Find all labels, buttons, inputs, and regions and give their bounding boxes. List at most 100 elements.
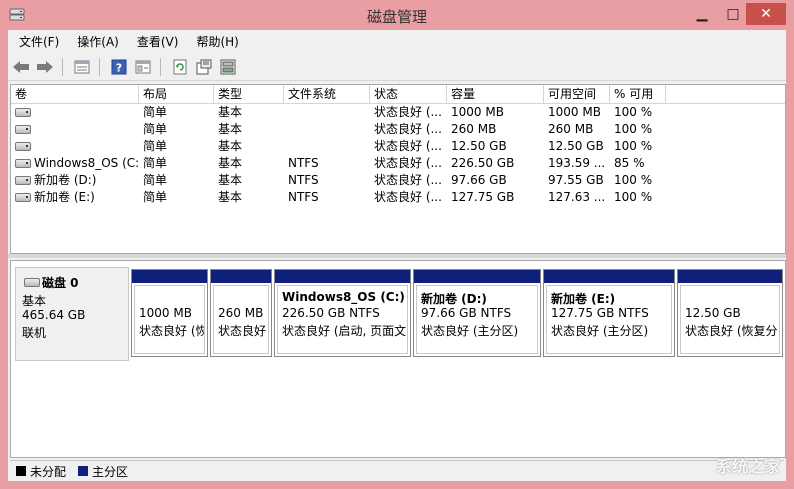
partition-d[interactable]: 新加卷 (D:) 97.66 GB NTFS 状态良好 (主分区) bbox=[413, 269, 541, 357]
menu-help[interactable]: 帮助(H) bbox=[185, 33, 245, 50]
watermark-logo: 系统之家 bbox=[715, 457, 780, 476]
maximize-icon: □ bbox=[726, 6, 740, 22]
help-button[interactable]: ? bbox=[108, 56, 130, 78]
volume-name: Windows8_OS (C:) bbox=[34, 156, 139, 170]
table-row[interactable]: 简单 基本 状态良好 (... 260 MB 260 MB 100 % bbox=[11, 121, 785, 138]
refresh-icon bbox=[173, 59, 187, 75]
legend-primary: 主分区 bbox=[92, 464, 129, 479]
maximize-button[interactable]: □ bbox=[719, 3, 747, 25]
partition-recovery-1000mb[interactable]: 1000 MB 状态良好 (恢 bbox=[131, 269, 208, 357]
cell-filesystem: NTFS bbox=[288, 190, 319, 204]
toolbar-separator bbox=[62, 58, 63, 76]
column-header-free-space[interactable]: 可用空间 bbox=[544, 85, 610, 103]
primary-partition-bar bbox=[211, 270, 271, 283]
window-title: 磁盘管理 bbox=[366, 8, 427, 26]
cell-percent-free: 100 % bbox=[614, 139, 653, 153]
cell-type: 基本 bbox=[218, 173, 243, 187]
forward-button[interactable] bbox=[34, 56, 56, 78]
partition-recovery-12gb[interactable]: 12.50 GB 状态良好 (恢复分 bbox=[677, 269, 783, 357]
column-header-percent-free[interactable]: % 可用 bbox=[610, 85, 666, 103]
cell-layout: 简单 bbox=[143, 105, 168, 119]
cell-volume bbox=[11, 104, 139, 121]
cell-layout: 简单 bbox=[143, 173, 168, 187]
cell-volume: 新加卷 (D:) bbox=[11, 172, 139, 189]
column-header-status[interactable]: 状态 bbox=[370, 85, 447, 103]
table-row[interactable]: 新加卷 (E:) 简单 基本 NTFS 状态良好 (... 127.75 GB … bbox=[11, 189, 785, 206]
cell-capacity: 12.50 GB bbox=[451, 139, 507, 153]
partition-size: 127.75 GB NTFS bbox=[551, 306, 649, 320]
cell-capacity: 226.50 GB bbox=[451, 156, 515, 170]
refresh-button[interactable] bbox=[169, 56, 191, 78]
partition-name: Windows8_OS (C:) bbox=[282, 290, 405, 304]
primary-partition-bar bbox=[414, 270, 540, 283]
rescan-icon bbox=[220, 59, 236, 75]
cell-capacity: 97.66 GB bbox=[451, 173, 507, 187]
cell-filesystem bbox=[284, 138, 370, 155]
settings-button[interactable] bbox=[193, 56, 215, 78]
cell-type: 基本 bbox=[218, 105, 243, 119]
cell-filesystem bbox=[284, 121, 370, 138]
drive-icon bbox=[15, 108, 31, 117]
cell-type: 基本 bbox=[218, 190, 243, 204]
volume-list[interactable]: 卷 布局 类型 文件系统 状态 容量 可用空间 % 可用 简单 基本 状态良好 … bbox=[10, 84, 786, 254]
partition-status: 状态良好 (启动, 页面文 bbox=[282, 324, 407, 338]
partition-e[interactable]: 新加卷 (E:) 127.75 GB NTFS 状态良好 (主分区) bbox=[543, 269, 675, 357]
cell-type: 基本 bbox=[218, 139, 243, 153]
partition-size: 260 MB bbox=[218, 306, 264, 320]
minimize-button[interactable]: ▁ bbox=[688, 3, 716, 25]
properties-button[interactable] bbox=[132, 56, 154, 78]
cell-filesystem: NTFS bbox=[288, 173, 319, 187]
cell-free-space: 127.63 ... bbox=[548, 190, 606, 204]
legend-unallocated: 未分配 bbox=[30, 464, 67, 479]
partition-map: 1000 MB 状态良好 (恢 260 MB 状态良好 Windows8_OS … bbox=[131, 269, 783, 357]
cell-percent-free: 100 % bbox=[614, 173, 653, 187]
disk-status: 联机 bbox=[22, 326, 47, 340]
toolbar-separator bbox=[99, 58, 100, 76]
column-header-volume[interactable]: 卷 bbox=[11, 85, 139, 103]
menu-file[interactable]: 文件(F) bbox=[8, 33, 66, 50]
disk-0-label[interactable]: 磁盘 0 基本 465.64 GB 联机 bbox=[15, 267, 129, 361]
table-row[interactable]: Windows8_OS (C:) 简单 基本 NTFS 状态良好 (... 22… bbox=[11, 155, 785, 172]
cell-type: 基本 bbox=[218, 122, 243, 136]
cell-volume: Windows8_OS (C:) bbox=[11, 155, 139, 172]
column-header-layout[interactable]: 布局 bbox=[139, 85, 214, 103]
column-header-type[interactable]: 类型 bbox=[214, 85, 284, 103]
partition-system-260mb[interactable]: 260 MB 状态良好 bbox=[210, 269, 272, 357]
table-row[interactable]: 简单 基本 状态良好 (... 12.50 GB 12.50 GB 100 % bbox=[11, 138, 785, 155]
back-button[interactable] bbox=[10, 56, 32, 78]
drive-icon bbox=[15, 125, 31, 134]
pane-splitter[interactable] bbox=[8, 254, 786, 258]
partition-body: 12.50 GB 状态良好 (恢复分 bbox=[680, 285, 780, 354]
table-row[interactable]: 新加卷 (D:) 简单 基本 NTFS 状态良好 (... 97.66 GB 9… bbox=[11, 172, 785, 189]
partition-status: 状态良好 (主分区) bbox=[421, 324, 519, 338]
partition-size: 97.66 GB NTFS bbox=[421, 306, 512, 320]
partition-size: 1000 MB bbox=[139, 306, 192, 320]
primary-partition-bar bbox=[132, 270, 207, 283]
primary-partition-bar bbox=[678, 270, 782, 283]
column-header-filesystem[interactable]: 文件系统 bbox=[284, 85, 370, 103]
close-button[interactable]: ✕ bbox=[746, 3, 786, 25]
cell-status: 状态良好 (... bbox=[374, 139, 442, 153]
cell-status: 状态良好 (... bbox=[374, 190, 442, 204]
partition-status: 状态良好 (主分区) bbox=[551, 324, 649, 338]
table-row[interactable]: 简单 基本 状态良好 (... 1000 MB 1000 MB 100 % bbox=[11, 104, 785, 121]
primary-partition-swatch bbox=[78, 466, 89, 476]
disk-list-button[interactable] bbox=[71, 56, 93, 78]
toolbar-separator bbox=[160, 58, 161, 76]
partition-body: 新加卷 (E:) 127.75 GB NTFS 状态良好 (主分区) bbox=[546, 285, 672, 354]
column-header-capacity[interactable]: 容量 bbox=[447, 85, 544, 103]
unallocated-swatch bbox=[16, 466, 26, 476]
cell-percent-free: 100 % bbox=[614, 105, 653, 119]
cell-layout: 简单 bbox=[143, 139, 168, 153]
title-bar[interactable]: 磁盘管理 ▁ □ ✕ bbox=[0, 0, 794, 30]
cell-volume bbox=[11, 121, 139, 138]
cell-free-space: 97.55 GB bbox=[548, 173, 604, 187]
drive-icon bbox=[15, 193, 31, 202]
partition-c[interactable]: Windows8_OS (C:) 226.50 GB NTFS 状态良好 (启动… bbox=[274, 269, 411, 357]
rescan-button[interactable] bbox=[217, 56, 239, 78]
menu-view[interactable]: 查看(V) bbox=[126, 33, 186, 50]
cell-status: 状态良好 (... bbox=[374, 105, 442, 119]
cell-volume bbox=[11, 138, 139, 155]
menu-action[interactable]: 操作(A) bbox=[66, 33, 126, 50]
toolbar: ? bbox=[8, 54, 786, 81]
